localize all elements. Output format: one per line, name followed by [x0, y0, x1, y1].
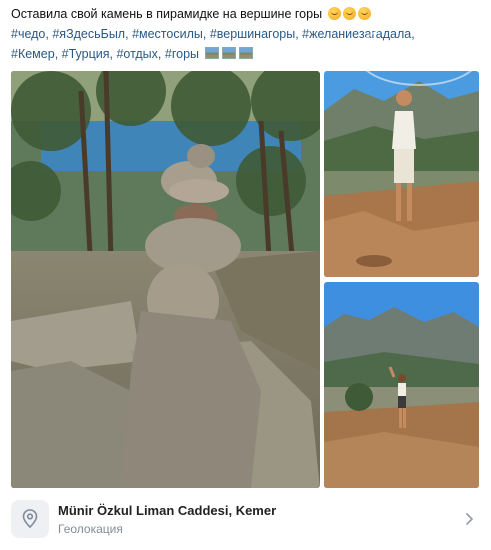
hashtag-link[interactable]: #чедо	[11, 27, 45, 41]
tophotels-watermark: TOP Hotels ФОТО ТУРИСТА	[356, 22, 482, 86]
hashtag-link[interactable]: #отдых	[116, 47, 157, 61]
stone-cairn-photo[interactable]	[11, 71, 320, 488]
hashtag-link[interactable]: #местосилы	[132, 27, 203, 41]
post-card: Оставила свой камень в пирамидке на верш…	[0, 0, 491, 550]
post-caption: Оставила свой камень в пирамидке на верш…	[11, 6, 371, 23]
mountain-photo-icon	[239, 47, 254, 59]
woman-mountain-photo-2[interactable]	[324, 282, 479, 488]
hashtags-line-1: #чедо, #яЗдесьБыл, #местосилы, #вершинаг…	[11, 27, 415, 41]
grinning-face-icon	[327, 7, 341, 20]
location-title: Münir Özkul Liman Caddesi, Kemer	[58, 503, 277, 518]
mountain-photo-icon	[222, 47, 237, 59]
hashtag-link[interactable]: #Кемер	[11, 47, 55, 61]
hashtags-line-2: #Кемер, #Турция, #отдых, #горы	[11, 46, 254, 63]
mountain-photo-icon	[205, 47, 220, 59]
grinning-face-icon	[357, 7, 371, 20]
watermark-sub-text: ФОТО ТУРИСТА	[387, 57, 451, 66]
grinning-face-icon	[342, 7, 356, 20]
location-subtitle: Геолокация	[58, 522, 123, 536]
hashtag-link[interactable]: #горы	[165, 47, 199, 61]
hashtag-link[interactable]: #яЗдесьБыл	[52, 27, 125, 41]
watermark-main-text: TOP Hotels	[373, 38, 465, 55]
woman-mountain-photo-1[interactable]	[324, 71, 479, 277]
location-pin-icon	[22, 509, 38, 529]
caption-text: Оставила свой камень в пирамидке на верш…	[11, 7, 323, 21]
location-icon-box	[11, 500, 49, 538]
hashtag-link[interactable]: #Турция	[62, 47, 110, 61]
hashtag-link[interactable]: #вершинагоры	[210, 27, 295, 41]
location-row[interactable]: Münir Özkul Liman Caddesi, Kemer Геолока…	[0, 495, 491, 545]
chevron-right-icon[interactable]	[465, 512, 475, 526]
